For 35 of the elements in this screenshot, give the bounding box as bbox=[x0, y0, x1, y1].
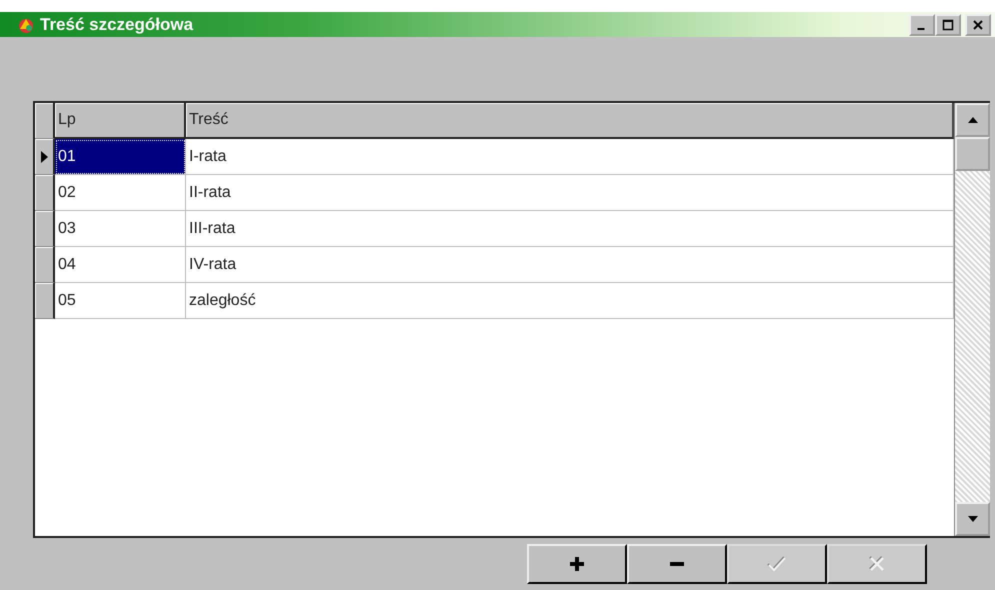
plus-icon bbox=[570, 557, 584, 571]
vertical-scrollbar[interactable] bbox=[955, 103, 990, 536]
maximize-icon bbox=[942, 18, 954, 30]
up-arrow-icon bbox=[968, 117, 978, 123]
minimize-icon bbox=[917, 28, 925, 30]
row-indicator[interactable] bbox=[35, 175, 55, 211]
table-cell: 01 bbox=[55, 139, 186, 175]
window-title: Treść szczegółowa bbox=[40, 14, 194, 34]
scroll-up-button[interactable] bbox=[955, 103, 990, 137]
checkmark-icon bbox=[767, 556, 787, 572]
close-icon bbox=[972, 18, 984, 30]
scroll-thumb[interactable] bbox=[955, 137, 990, 171]
close-button[interactable] bbox=[965, 14, 991, 36]
row-indicator[interactable] bbox=[35, 211, 55, 247]
column-header[interactable]: Treść bbox=[186, 103, 954, 139]
add-button[interactable] bbox=[527, 544, 627, 584]
remove-button[interactable] bbox=[627, 544, 727, 584]
table-cell: 05 bbox=[55, 283, 186, 319]
minimize-button[interactable] bbox=[909, 14, 935, 36]
table-cell: 02 bbox=[55, 175, 186, 211]
table-cell: II-rata bbox=[186, 175, 954, 211]
table-cell: zaległość bbox=[186, 283, 954, 319]
maximize-button[interactable] bbox=[935, 14, 961, 36]
down-arrow-icon bbox=[968, 516, 978, 522]
table-cell: I-rata bbox=[186, 139, 954, 175]
column-header[interactable]: Lp bbox=[55, 103, 186, 139]
table-cell: IV-rata bbox=[186, 247, 954, 283]
scroll-down-button[interactable] bbox=[955, 502, 990, 536]
table-cell: 03 bbox=[55, 211, 186, 247]
table-cell: 04 bbox=[55, 247, 186, 283]
row-indicator[interactable] bbox=[35, 283, 55, 319]
row-indicator[interactable] bbox=[35, 247, 55, 283]
table-cell: III-rata bbox=[186, 211, 954, 247]
cross-icon bbox=[869, 556, 885, 572]
row-indicator[interactable] bbox=[35, 139, 55, 175]
